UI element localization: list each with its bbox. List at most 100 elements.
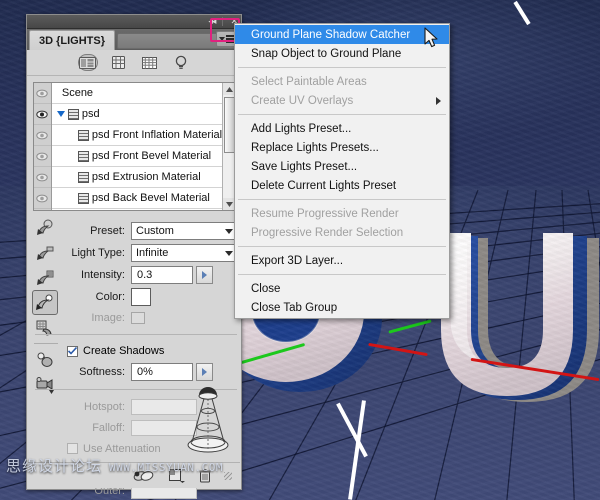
- panel-bottom-toolbar[interactable]: [28, 462, 240, 488]
- menu-item-close-tab-group[interactable]: Close Tab Group: [235, 298, 449, 317]
- eye-icon[interactable]: [34, 83, 51, 104]
- create-shadows-checkbox[interactable]: [67, 345, 78, 357]
- panel-context-menu[interactable]: Ground Plane Shadow Catcher Snap Object …: [234, 23, 450, 319]
- material-icon: [77, 129, 89, 141]
- intensity-row: Intensity: 0.3: [63, 264, 239, 286]
- 3d-lights-panel[interactable]: ◂◂ ✕ 3D {LIGHTS} Scene psd psd Front Inf…: [26, 14, 242, 499]
- tree-row-material[interactable]: psd Front Inflation Material: [51, 125, 223, 146]
- create-shadows-label: Create Shadows: [83, 345, 165, 357]
- menu-item-progressive-render-selection: Progressive Render Selection: [251, 226, 404, 239]
- chevron-down-icon: [219, 37, 225, 41]
- point-at-origin-tool-icon[interactable]: [32, 290, 58, 315]
- hotspot-label: Hotspot:: [84, 400, 125, 413]
- resize-grip-icon[interactable]: [224, 471, 232, 480]
- tree-row-label: Scene: [61, 87, 94, 99]
- scene-tree[interactable]: Scene psd psd Front Inflation Material p…: [33, 82, 237, 211]
- menu-item-snap-object-to-ground-plane[interactable]: Snap Object to Ground Plane: [235, 44, 449, 63]
- spotlight-cone-preview: [183, 383, 233, 455]
- chevron-down-icon[interactable]: [56, 111, 65, 117]
- materials-filter-icon[interactable]: [140, 54, 160, 71]
- light-filter-toolbar[interactable]: [27, 50, 241, 76]
- menu-separator: [238, 199, 446, 200]
- softness-input[interactable]: 0%: [131, 363, 193, 381]
- 3d-tools-toolbar[interactable]: [32, 215, 60, 397]
- tree-row-label: psd Front Bevel Material: [91, 150, 212, 162]
- color-label: Color:: [95, 291, 125, 303]
- tree-row-material[interactable]: psd Front Bevel Material: [51, 146, 223, 167]
- eye-icon[interactable]: [34, 167, 51, 188]
- image-label: Image:: [91, 312, 125, 324]
- intensity-input[interactable]: 0.3: [131, 266, 193, 284]
- tree-row-material[interactable]: psd Back Bevel Material: [51, 188, 223, 209]
- scene-filter-icon[interactable]: [77, 54, 98, 71]
- titlebar-divider: [222, 17, 224, 26]
- eye-icon[interactable]: [34, 125, 51, 146]
- properties-divider: [35, 334, 237, 335]
- mesh-filter-icon[interactable]: [109, 54, 129, 71]
- slide-light-tool-icon[interactable]: [32, 265, 58, 290]
- collapse-icon[interactable]: ◂◂: [208, 17, 216, 26]
- tree-row-label: psd Back Bevel Material: [91, 192, 210, 204]
- use-attenuation-checkbox: [67, 443, 78, 454]
- preset-label: Preset:: [90, 225, 125, 237]
- chevron-down-icon: [225, 228, 233, 234]
- toggle-lights-button[interactable]: [132, 469, 156, 483]
- image-picker-icon: [131, 312, 145, 324]
- rotate-light-tool-icon[interactable]: [32, 215, 58, 240]
- intensity-label: Intensity:: [80, 269, 125, 281]
- tree-row-label: psd Extrusion Material: [91, 171, 201, 183]
- menu-item-ground-plane-shadow-catcher[interactable]: Ground Plane Shadow Catcher: [235, 25, 449, 44]
- menu-item-label: Create UV Overlays: [251, 94, 354, 107]
- color-row: Color:: [63, 286, 239, 308]
- menu-item-add-lights-preset[interactable]: Add Lights Preset...: [235, 119, 449, 138]
- create-shadows-row[interactable]: Create Shadows: [67, 341, 239, 361]
- chevron-right-icon: [436, 96, 441, 105]
- eye-icon[interactable]: [34, 188, 51, 209]
- camera-tool-icon[interactable]: [32, 372, 58, 397]
- visibility-column: [34, 83, 52, 210]
- new-light-button[interactable]: [169, 468, 186, 483]
- tree-row-scene[interactable]: Scene: [51, 83, 223, 104]
- material-icon: [77, 192, 89, 204]
- mesh-icon: [67, 108, 79, 120]
- tree-row-psd[interactable]: psd: [51, 104, 223, 125]
- softness-label: Softness:: [79, 366, 125, 378]
- menu-item-save-lights-preset[interactable]: Save Lights Preset...: [235, 157, 449, 176]
- paint-tool-icon[interactable]: [32, 315, 58, 340]
- light-gizmo-tool-icon[interactable]: [32, 347, 58, 372]
- drag-light-tool-icon[interactable]: [32, 240, 58, 265]
- eye-icon[interactable]: [34, 104, 51, 125]
- triangle-right-icon: [202, 368, 207, 376]
- color-swatch[interactable]: [131, 288, 151, 306]
- light-type-value: Infinite: [136, 247, 169, 259]
- menu-item-resume-progressive-render: Resume Progressive Render: [251, 207, 399, 220]
- intensity-stepper[interactable]: [196, 266, 213, 284]
- light-properties: Preset: Custom Light Type: Infinite Inte…: [35, 220, 239, 500]
- menu-separator: [238, 114, 446, 115]
- toolbar-divider: [34, 343, 58, 344]
- tree-row-label: psd: [81, 108, 100, 120]
- menu-item-close[interactable]: Close: [235, 279, 449, 298]
- falloff-label: Falloff:: [92, 421, 125, 434]
- material-icon: [77, 171, 89, 183]
- menu-item-delete-current-lights-preset[interactable]: Delete Current Lights Preset: [235, 176, 449, 195]
- softness-stepper[interactable]: [196, 363, 213, 381]
- eye-icon[interactable]: [34, 146, 51, 167]
- lights-filter-icon[interactable]: [171, 54, 191, 71]
- use-attenuation-label: Use Attenuation: [83, 442, 161, 455]
- delete-light-button[interactable]: [199, 468, 211, 483]
- tab-3d-lights[interactable]: 3D {LIGHTS}: [29, 30, 116, 50]
- light-type-row: Light Type: Infinite: [63, 242, 239, 264]
- material-icon: [77, 150, 89, 162]
- light-type-select[interactable]: Infinite: [131, 244, 239, 262]
- tree-row-material[interactable]: psd Extrusion Material: [51, 167, 223, 188]
- chevron-down-icon: [225, 250, 233, 256]
- softness-row: Softness: 0%: [63, 361, 239, 383]
- menu-item-export-3d-layer[interactable]: Export 3D Layer...: [235, 251, 449, 270]
- preset-select[interactable]: Custom: [131, 222, 239, 240]
- menu-item-replace-lights-presets[interactable]: Replace Lights Presets...: [235, 138, 449, 157]
- tree-rows: Scene psd psd Front Inflation Material p…: [51, 83, 223, 210]
- light-type-label: Light Type:: [71, 247, 125, 259]
- panel-titlebar[interactable]: ◂◂ ✕: [27, 15, 241, 29]
- menu-separator: [238, 274, 446, 275]
